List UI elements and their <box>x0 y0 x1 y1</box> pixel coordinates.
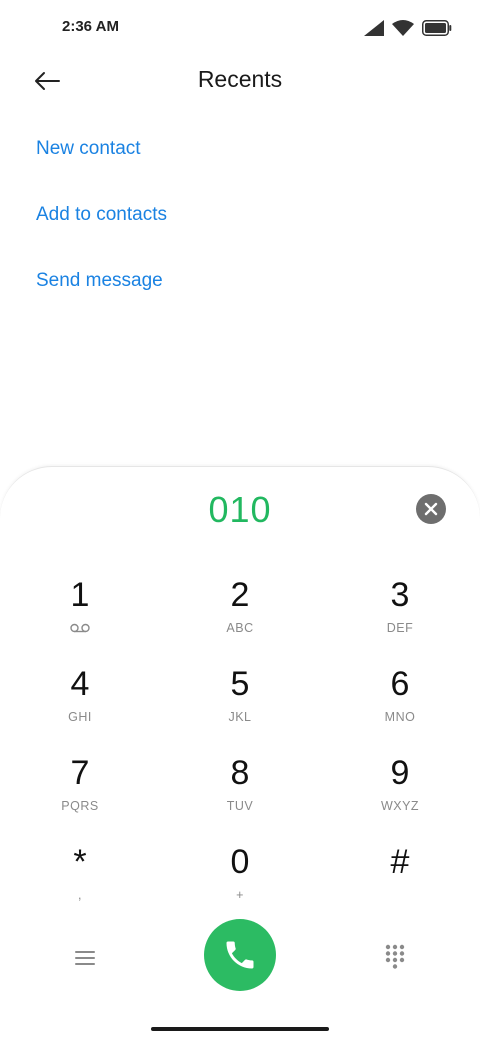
phone-icon <box>226 941 254 969</box>
home-indicator[interactable] <box>151 1027 329 1031</box>
key-letters: , <box>78 888 82 902</box>
voicemail-icon <box>70 623 90 633</box>
menu-icon <box>75 951 95 965</box>
keypad-row: 4 GHI 5 JKL 6 MNO <box>0 660 480 749</box>
keypad-toggle-button[interactable] <box>385 944 405 970</box>
key-letters: JKL <box>228 710 252 724</box>
call-button[interactable] <box>204 919 276 991</box>
actions-list: New contact Add to contacts Send message <box>36 136 167 334</box>
battery-icon <box>422 20 452 36</box>
key-digit: 0 <box>230 843 250 881</box>
key-letters: + <box>236 888 244 902</box>
key-2[interactable]: 2 ABC <box>160 571 320 660</box>
key-digit: 9 <box>390 754 410 792</box>
key-letters: GHI <box>68 710 92 724</box>
key-digit: 2 <box>230 576 250 614</box>
key-digit: # <box>390 843 410 881</box>
menu-button[interactable] <box>73 947 97 969</box>
dialer-panel: 010 1 2 ABC 3 DEF 4 GHI 5 JKL 6 MNO 7 PQ… <box>0 466 480 1040</box>
key-digit: 5 <box>230 665 250 703</box>
dialpad-icon <box>385 944 405 969</box>
key-8[interactable]: 8 TUV <box>160 749 320 838</box>
keypad-row: * , 0 + # <box>0 838 480 927</box>
key-digit: 6 <box>390 665 410 703</box>
key-digit: 3 <box>390 576 410 614</box>
key-digit: 8 <box>230 754 250 792</box>
keypad: 1 2 ABC 3 DEF 4 GHI 5 JKL 6 MNO 7 PQRS 8… <box>0 571 480 927</box>
status-icons <box>364 18 452 38</box>
key-digit: 1 <box>70 576 90 614</box>
key-letters: DEF <box>386 621 414 635</box>
keypad-row: 1 2 ABC 3 DEF <box>0 571 480 660</box>
close-icon <box>424 502 438 516</box>
key-digit: * <box>73 843 87 881</box>
key-letters: TUV <box>226 799 254 813</box>
wifi-icon <box>392 20 414 36</box>
key-6[interactable]: 6 MNO <box>320 660 480 749</box>
key-letters: MNO <box>384 710 416 724</box>
key-letters: ABC <box>226 621 254 635</box>
page-title: Recents <box>197 66 283 92</box>
key-1[interactable]: 1 <box>0 571 160 660</box>
screen: 2:36 AM Recents New contact Add to conta… <box>0 0 480 1040</box>
status-time: 2:36 AM <box>62 18 119 35</box>
signal-icon <box>364 20 384 36</box>
key-9[interactable]: 9 WXYZ <box>320 749 480 838</box>
send-message-link[interactable]: Send message <box>36 268 167 334</box>
key-hash[interactable]: # <box>320 838 480 927</box>
key-0[interactable]: 0 + <box>160 838 320 927</box>
key-5[interactable]: 5 JKL <box>160 660 320 749</box>
key-3[interactable]: 3 DEF <box>320 571 480 660</box>
dialed-number: 010 <box>208 489 272 530</box>
key-digit: 4 <box>70 665 90 703</box>
dialer-bottom-bar <box>0 919 480 995</box>
key-letters: PQRS <box>61 799 99 813</box>
add-to-contacts-link[interactable]: Add to contacts <box>36 202 167 268</box>
clear-button[interactable] <box>416 494 446 524</box>
key-star[interactable]: * , <box>0 838 160 927</box>
key-digit: 7 <box>70 754 90 792</box>
key-7[interactable]: 7 PQRS <box>0 749 160 838</box>
keypad-row: 7 PQRS 8 TUV 9 WXYZ <box>0 749 480 838</box>
new-contact-link[interactable]: New contact <box>36 136 167 202</box>
key-letters: WXYZ <box>380 799 420 813</box>
key-4[interactable]: 4 GHI <box>0 660 160 749</box>
